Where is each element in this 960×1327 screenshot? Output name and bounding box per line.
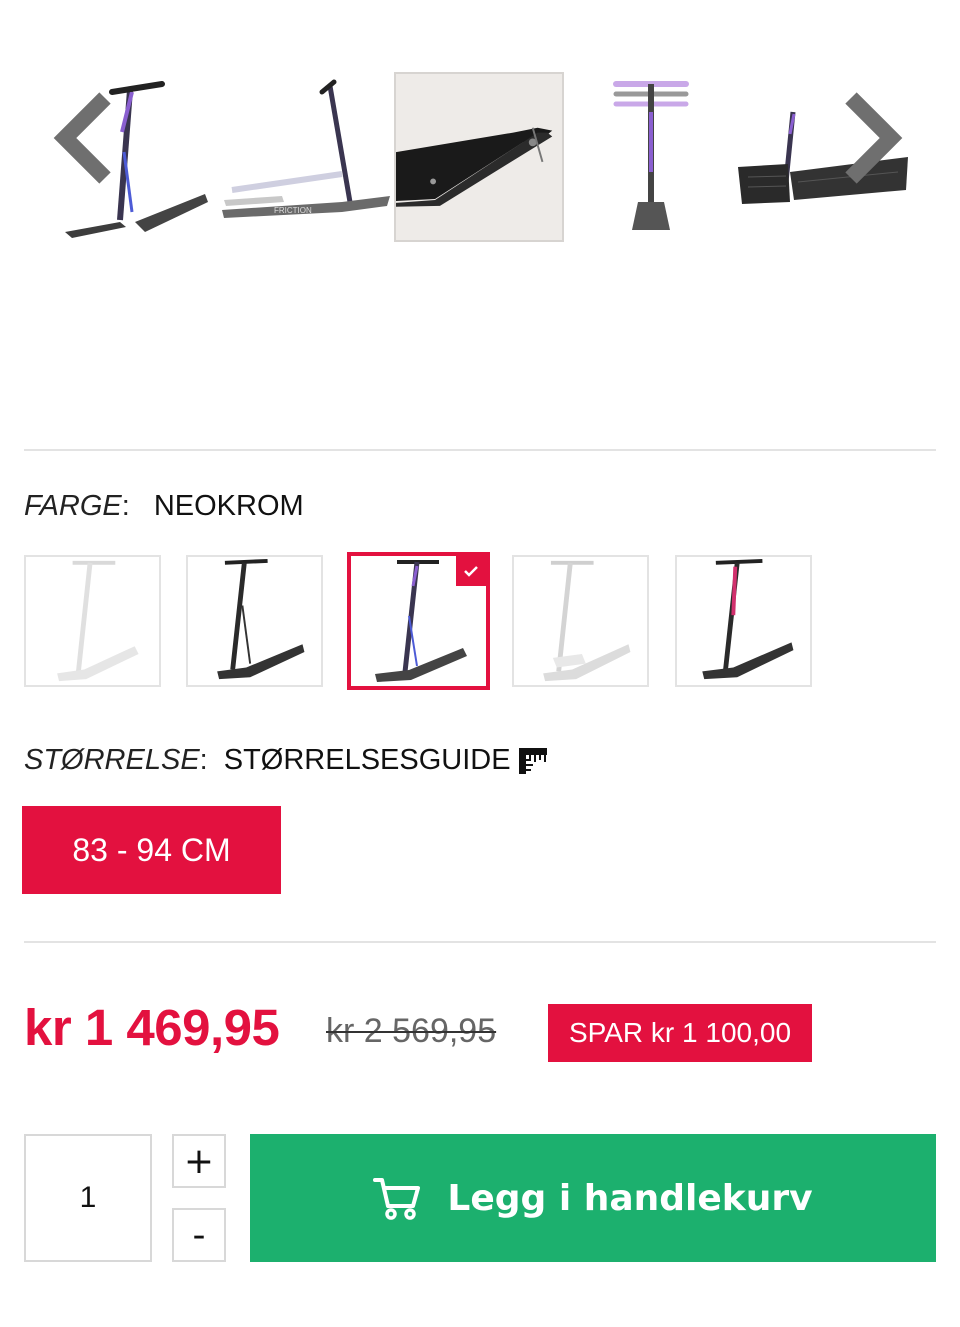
size-label-colon: : (199, 744, 208, 776)
size-guide-link[interactable]: STØRRELSESGUIDE (224, 744, 549, 777)
chevron-right-icon (845, 92, 903, 184)
gallery-thumb-ski-closeup[interactable] (394, 72, 564, 242)
gallery-thumb-flat-view[interactable]: FRICTION (222, 72, 392, 242)
scooter-white-swatch (57, 560, 139, 682)
scooter-flat-image: FRICTION (222, 79, 390, 218)
color-label: FARGE (24, 490, 122, 522)
size-guide-label: STØRRELSESGUIDE (223, 744, 511, 776)
gallery-thumb-front-view[interactable] (566, 72, 736, 242)
size-selector-heading: STØRRELSE : STØRRELSESGUIDE (24, 744, 549, 777)
quantity-increase-button[interactable]: + (172, 1134, 226, 1188)
quantity-input[interactable] (24, 1134, 152, 1262)
add-to-cart-label: Legg i handlekurv (447, 1177, 813, 1219)
size-option-button[interactable]: 83 - 94 CM (22, 806, 281, 894)
ski-closeup-image (396, 127, 553, 207)
color-label-colon: : (121, 490, 130, 522)
current-price: kr 1 469,95 (24, 999, 280, 1056)
shopping-cart-icon (373, 1178, 421, 1220)
color-swatch-silver[interactable] (512, 555, 649, 687)
add-to-cart-button[interactable]: Legg i handlekurv (250, 1134, 936, 1262)
quantity-decrease-button[interactable]: - (172, 1208, 226, 1262)
section-divider (24, 941, 936, 943)
color-swatch-pink[interactable] (675, 555, 812, 687)
check-icon (464, 566, 478, 577)
selected-color-name: NEOKROM (153, 490, 304, 522)
ruler-icon (518, 747, 547, 774)
selected-check-badge (456, 556, 486, 586)
scooter-black-swatch (217, 558, 305, 680)
chevron-left-icon (53, 92, 111, 184)
scooter-pink-swatch (702, 558, 794, 680)
color-swatch-black[interactable] (186, 555, 323, 687)
original-price: kr 2 569,95 (326, 1012, 497, 1050)
gallery-next-button[interactable] (836, 88, 906, 188)
color-swatch-white[interactable] (24, 555, 161, 687)
product-image-gallery: FRICTION (0, 60, 960, 260)
savings-badge: SPAR kr 1 100,00 (548, 1004, 812, 1062)
gallery-prev-button[interactable] (50, 88, 120, 188)
section-divider (24, 449, 936, 451)
scooter-front-image (613, 81, 689, 230)
svg-text:FRICTION: FRICTION (274, 206, 312, 215)
color-swatch-neokrom[interactable] (347, 552, 490, 690)
scooter-silver-swatch (543, 560, 631, 682)
color-selector-heading: FARGE : NEOKROM (24, 490, 304, 523)
size-label: STØRRELSE (24, 744, 200, 776)
